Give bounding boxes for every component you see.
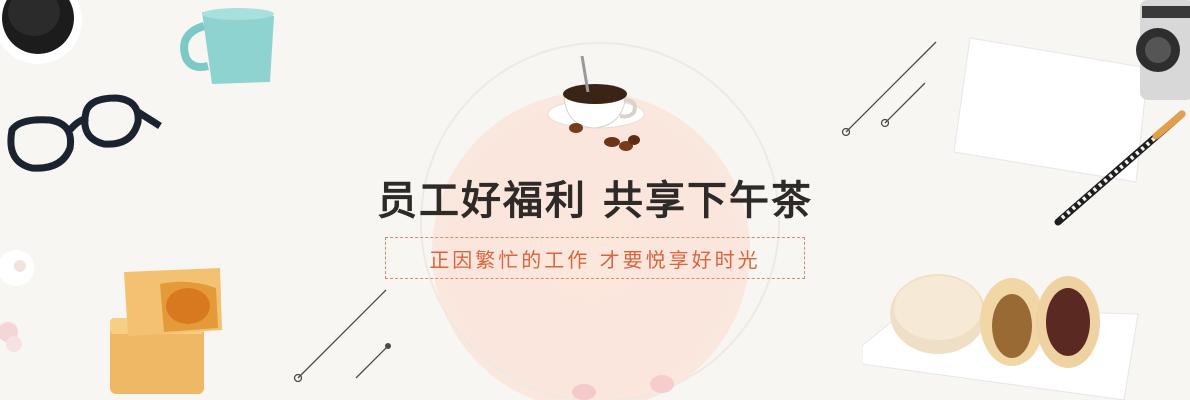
camera-icon bbox=[1136, 0, 1190, 100]
coffee-cup-icon bbox=[547, 56, 645, 151]
glasses-icon bbox=[7, 94, 162, 172]
mug-icon bbox=[180, 8, 274, 84]
flower-icon bbox=[0, 250, 34, 352]
afternoon-tea-banner: 员工好福利 共享下午茶 正因繁忙的工作 才要悦享好时光 bbox=[0, 0, 1190, 400]
pen-icon bbox=[1054, 110, 1186, 226]
tagline: 正因繁忙的工作 才要悦享好时光 bbox=[385, 237, 805, 279]
pastry-icon bbox=[110, 268, 222, 394]
petal-icon bbox=[572, 375, 674, 400]
headline: 员工好福利 共享下午茶 bbox=[377, 177, 813, 224]
dark-cup-icon bbox=[0, 0, 82, 64]
mooncakes-icon bbox=[862, 274, 1139, 400]
